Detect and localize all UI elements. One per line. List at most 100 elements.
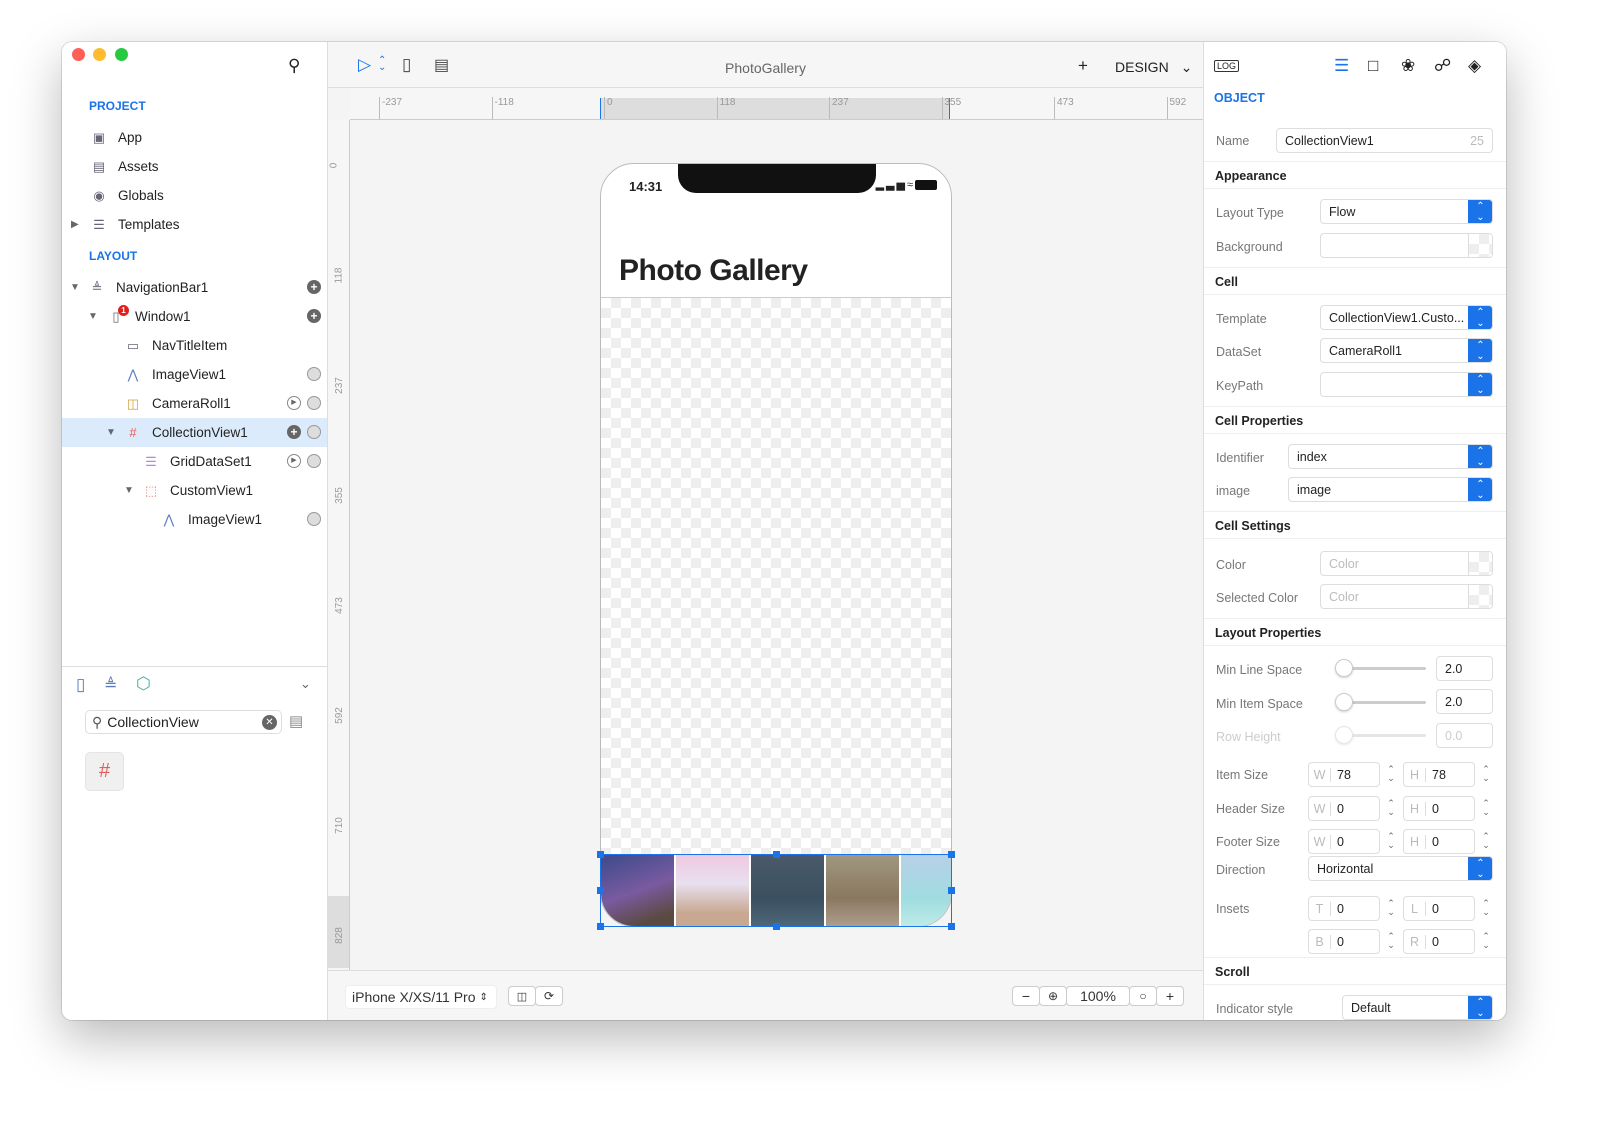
list-view-icon[interactable]: ▤	[289, 712, 303, 730]
direction-select[interactable]: Horizontal ⌃ ⌄	[1308, 856, 1493, 881]
visibility-dot-icon[interactable]	[307, 396, 321, 410]
add-button[interactable]: +	[1078, 56, 1088, 76]
stepper-icon[interactable]: ⌃ ⌄	[1481, 832, 1491, 850]
disclosure-triangle-icon[interactable]: ▶	[71, 219, 79, 230]
background-color-field[interactable]	[1320, 233, 1493, 258]
resize-handle[interactable]	[948, 923, 955, 930]
slider-knob[interactable]	[1335, 693, 1353, 711]
rotate-button[interactable]: ⟳	[535, 986, 563, 1006]
selected-color-field[interactable]: Color	[1320, 584, 1493, 609]
indicator-style-select[interactable]: Default ⌃ ⌄	[1342, 995, 1493, 1020]
stepper-icon[interactable]: ⌃ ⌄	[1386, 932, 1396, 950]
stepper-icon[interactable]: ⌃ ⌄	[1386, 832, 1396, 850]
insets-bottom-right-field-1[interactable]: R0	[1403, 929, 1475, 954]
eye-tab-icon[interactable]: ◈	[1468, 56, 1481, 76]
visibility-dot-icon[interactable]	[307, 425, 321, 439]
tree-item-collectionview1[interactable]: ▼ # CollectionView1 +	[62, 418, 327, 447]
play-icon[interactable]: ▶	[287, 396, 301, 410]
chevron-down-icon[interactable]: ⌄	[300, 676, 311, 692]
visibility-dot-icon[interactable]	[307, 367, 321, 381]
design-canvas[interactable]: ▷ ⌃ ⌄ ▯ ▤ PhotoGallery + DESIGN ⌄ -237 -11…	[328, 42, 1203, 1020]
header-size-field-0[interactable]: W0	[1308, 796, 1380, 821]
min-line-space-field[interactable]: 2.0	[1436, 656, 1493, 681]
color-swatch[interactable]	[1468, 234, 1492, 257]
image-select[interactable]: image ⌃ ⌄	[1288, 477, 1493, 502]
zoom-in-button[interactable]: +	[1156, 986, 1184, 1006]
stepper-icon[interactable]: ⌃ ⌄	[1386, 799, 1396, 817]
frame-tab-icon[interactable]: □	[1368, 56, 1378, 76]
insets-bottom-right-field-0[interactable]: B0	[1308, 929, 1380, 954]
resize-handle[interactable]	[597, 923, 604, 930]
lotus-tab-icon[interactable]: ❀	[1401, 56, 1415, 76]
tree-item-window1[interactable]: ▼ ▯ 1 Window1 +	[62, 302, 327, 331]
window-library-icon[interactable]: ▯	[76, 675, 85, 695]
identifier-select[interactable]: index ⌃ ⌄	[1288, 444, 1493, 469]
min-item-space-slider[interactable]	[1335, 693, 1426, 711]
stepper-icon[interactable]: ⌃ ⌄	[1481, 899, 1491, 917]
resize-handle[interactable]	[597, 851, 604, 858]
disclosure-triangle-icon[interactable]: ▼	[124, 485, 134, 496]
footer-size-field-1[interactable]: H0	[1403, 829, 1475, 854]
footer-size-field-0[interactable]: W0	[1308, 829, 1380, 854]
resize-handle[interactable]	[773, 851, 780, 858]
min-item-space-field[interactable]: 2.0	[1436, 689, 1493, 714]
resize-handle[interactable]	[773, 923, 780, 930]
close-button[interactable]	[72, 48, 85, 61]
item-size-field-1[interactable]: H 78	[1403, 762, 1475, 787]
layout-type-select[interactable]: Flow ⌃ ⌄	[1320, 199, 1493, 224]
keypath-select[interactable]: ⌃ ⌄	[1320, 372, 1493, 397]
zoom-fit-button[interactable]: ⊕	[1039, 986, 1067, 1006]
stepper-icon[interactable]: ⌃ ⌄	[1481, 799, 1491, 817]
sidebar-item-app[interactable]: ▣ App	[62, 123, 327, 152]
color-swatch[interactable]	[1468, 585, 1492, 608]
search-icon[interactable]: ⚲	[288, 56, 300, 76]
visibility-dot-icon[interactable]	[307, 454, 321, 468]
tree-item-navtitleitem[interactable]: ▭ NavTitleItem	[62, 331, 327, 360]
zoom-button[interactable]	[115, 48, 128, 61]
visibility-dot-icon[interactable]	[307, 512, 321, 526]
resize-handle[interactable]	[948, 887, 955, 894]
stepper-icon[interactable]: ⌃ ⌄	[1481, 932, 1491, 950]
layout-toggle-button[interactable]: ◫	[508, 986, 536, 1006]
stepper-icon[interactable]: ⌃ ⌄	[1386, 765, 1396, 783]
name-field[interactable]: CollectionView1 25	[1276, 128, 1493, 153]
add-icon[interactable]: +	[307, 280, 321, 294]
color-field[interactable]: Color	[1320, 551, 1493, 576]
stepper-icon[interactable]: ⌃ ⌄	[1386, 899, 1396, 917]
minimize-button[interactable]	[93, 48, 106, 61]
sidebar-item-templates[interactable]: ▶ ☰ Templates	[62, 210, 327, 239]
cube-library-icon[interactable]: ⬡	[136, 674, 151, 694]
tree-item-customview1[interactable]: ▼ ⬚ CustomView1	[62, 476, 327, 505]
resize-handle[interactable]	[948, 851, 955, 858]
color-swatch[interactable]	[1468, 552, 1492, 575]
tree-item-griddataset1[interactable]: ☰ GridDataSet1 ▶	[62, 447, 327, 476]
tree-item-cameraroll1[interactable]: ◫ CameraRoll1 ▶	[62, 389, 327, 418]
stepper-icon[interactable]: ⌃ ⌄	[1481, 765, 1491, 783]
navbar-library-icon[interactable]: ≜	[104, 675, 117, 695]
mode-dropdown[interactable]: DESIGN ⌄	[1115, 59, 1192, 76]
add-icon[interactable]: +	[307, 309, 321, 323]
tree-item-navigationbar1[interactable]: ▼ ≜ NavigationBar1 +	[62, 273, 327, 302]
library-search-input[interactable]: ⚲ CollectionView ✕	[85, 710, 282, 734]
disclosure-triangle-icon[interactable]: ▼	[70, 282, 80, 293]
log-button[interactable]: LOG	[1214, 60, 1240, 72]
min-line-space-slider[interactable]	[1335, 659, 1426, 677]
device-selector[interactable]: iPhone X/XS/11 Pro ⇕	[345, 985, 497, 1009]
properties-tab-icon[interactable]: ☰	[1334, 56, 1349, 76]
template-select[interactable]: CollectionView1.Custo... ⌃ ⌄	[1320, 305, 1493, 330]
link-tab-icon[interactable]: ☍	[1434, 56, 1451, 76]
sidebar-item-globals[interactable]: ◉ Globals	[62, 181, 327, 210]
add-icon[interactable]: +	[287, 425, 301, 439]
disclosure-triangle-icon[interactable]: ▼	[88, 311, 98, 322]
insets-top-left-field-1[interactable]: L0	[1403, 896, 1475, 921]
tree-item-imageview1-child[interactable]: ⋀ ImageView1	[62, 505, 327, 534]
phone-preview[interactable]: 14:31 ▂▃▅≈ Photo Gallery	[600, 163, 952, 927]
zoom-out-button[interactable]: −	[1012, 986, 1040, 1006]
sidebar-item-assets[interactable]: ▤ Assets	[62, 152, 327, 181]
play-icon[interactable]: ▶	[287, 454, 301, 468]
zoom-level[interactable]: 100%	[1066, 986, 1130, 1006]
resize-handle[interactable]	[597, 887, 604, 894]
insets-top-left-field-0[interactable]: T0	[1308, 896, 1380, 921]
tree-item-imageview1[interactable]: ⋀ ImageView1	[62, 360, 327, 389]
item-size-field-0[interactable]: W 78	[1308, 762, 1380, 787]
